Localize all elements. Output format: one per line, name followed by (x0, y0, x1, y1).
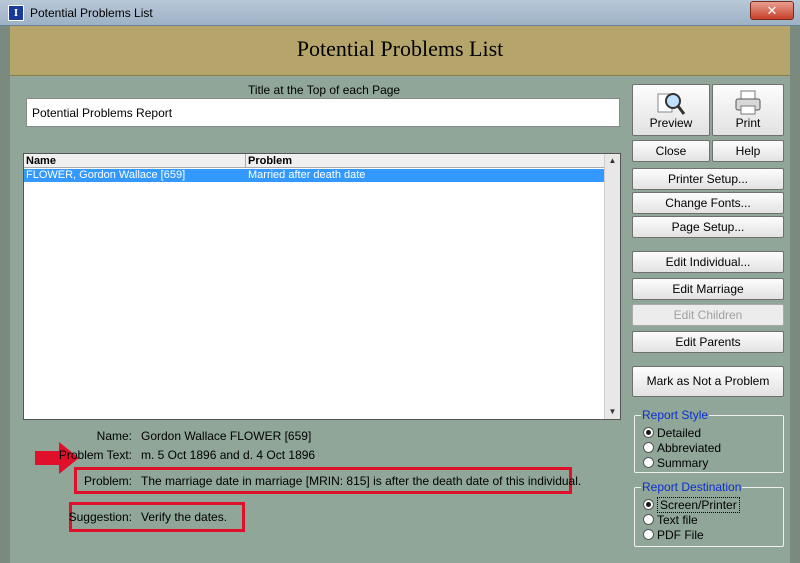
radio-abbreviated[interactable]: Abbreviated (643, 441, 721, 455)
problem-text-value: m. 5 Oct 1896 and d. 4 Oct 1896 (141, 448, 316, 462)
header-band: Potential Problems List (10, 26, 790, 76)
preview-button[interactable]: Preview (632, 84, 710, 136)
dialog-body: Potential Problems List Title at the Top… (10, 26, 790, 563)
page-setup-button[interactable]: Page Setup... (632, 216, 784, 238)
report-destination-title: Report Destination (641, 480, 743, 494)
list-scrollbar[interactable]: ▲ ▼ (604, 154, 620, 419)
name-label: Name: (96, 429, 132, 443)
radio-detailed[interactable]: Detailed (643, 426, 701, 440)
window-titlebar: I Potential Problems List ✕ (0, 0, 800, 26)
problem-text-label: Problem Text: (58, 448, 132, 462)
problems-list[interactable]: Name Problem FLOWER, Gordon Wallace [659… (23, 153, 621, 420)
help-button[interactable]: Help (712, 140, 784, 162)
radio-empty-icon (643, 514, 654, 525)
problem-value: The marriage date in marriage [MRIN: 815… (141, 474, 582, 488)
header-title: Potential Problems List (296, 36, 504, 61)
page-title-input[interactable] (26, 98, 620, 127)
row-problem-cell: Married after death date (248, 169, 366, 181)
problem-label: Problem: (83, 474, 132, 488)
print-label: Print (735, 116, 761, 130)
printer-setup-button[interactable]: Printer Setup... (632, 168, 784, 190)
radio-empty-icon (643, 529, 654, 540)
app-icon: I (8, 5, 24, 21)
radio-summary[interactable]: Summary (643, 456, 708, 470)
radio-empty-icon (643, 457, 654, 468)
page-title-label: Title at the Top of each Page (248, 83, 401, 97)
list-header: Name Problem (24, 154, 605, 168)
suggestion-value: Verify the dates. (141, 510, 228, 524)
preview-label: Preview (649, 116, 693, 130)
radio-screen-printer[interactable]: Screen/Printer (643, 497, 740, 513)
window-close-button[interactable]: ✕ (750, 1, 794, 20)
window-title: Potential Problems List (30, 6, 153, 20)
radio-text-file[interactable]: Text file (643, 513, 698, 527)
radio-pdf-file[interactable]: PDF File (643, 528, 704, 542)
print-button[interactable]: Print (712, 84, 784, 136)
suggestion-label: Suggestion: (68, 510, 132, 524)
report-style-title: Report Style (641, 408, 710, 422)
column-header-name[interactable]: Name (24, 154, 246, 168)
name-value: Gordon Wallace FLOWER [659] (141, 429, 312, 443)
table-row[interactable]: FLOWER, Gordon Wallace [659] Married aft… (24, 169, 605, 182)
printer-icon (734, 90, 762, 119)
edit-children-button: Edit Children (632, 304, 784, 326)
report-destination-group: Report Destination Screen/Printer Text f… (634, 480, 784, 547)
column-header-problem[interactable]: Problem (246, 154, 605, 168)
edit-individual-button[interactable]: Edit Individual... (632, 251, 784, 273)
radio-selected-icon (643, 427, 654, 438)
scroll-down-icon[interactable]: ▼ (605, 405, 620, 419)
radio-selected-icon (643, 499, 654, 510)
change-fonts-button[interactable]: Change Fonts... (632, 192, 784, 214)
row-name-cell: FLOWER, Gordon Wallace [659] (26, 169, 186, 181)
mark-not-problem-button[interactable]: Mark as Not a Problem (632, 366, 784, 397)
close-button[interactable]: Close (632, 140, 710, 162)
scroll-up-icon[interactable]: ▲ (605, 154, 620, 168)
edit-marriage-button[interactable]: Edit Marriage (632, 278, 784, 300)
radio-empty-icon (643, 442, 654, 453)
edit-parents-button[interactable]: Edit Parents (632, 331, 784, 353)
report-style-group: Report Style Detailed Abbreviated Summar… (634, 408, 784, 473)
